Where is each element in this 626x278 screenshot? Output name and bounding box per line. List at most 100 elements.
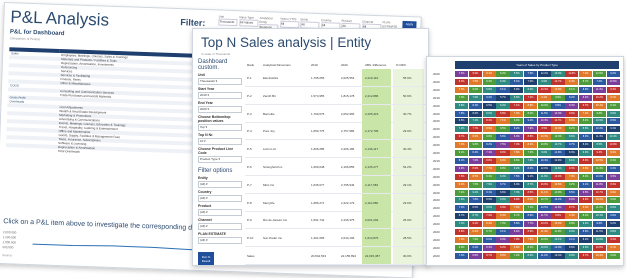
topn-row[interactable]: P-8 Merrylife 1,686,271 2,222,179 2,110,680 2… xyxy=(245,193,425,212)
heatmap-cell[interactable]: 7.2% xyxy=(510,252,524,259)
heatmap-cell[interactable]: 9.7% xyxy=(579,102,593,109)
heatmap-cell[interactable]: 8.0% xyxy=(482,236,496,243)
heatmap-cell[interactable]: 7.0% xyxy=(455,94,469,101)
heatmap-cell[interactable]: 10.2% xyxy=(592,197,606,204)
heatmap-cell[interactable]: 6.9% xyxy=(510,118,524,125)
heatmap-cell[interactable]: 8.7% xyxy=(579,78,593,85)
heatmap-cell[interactable]: 8.2% xyxy=(565,126,579,133)
heatmap-cell[interactable]: 7.8% xyxy=(455,110,469,117)
heatmap-cell[interactable]: 9.0% xyxy=(468,86,482,93)
heatmap-cell[interactable]: 9.3% xyxy=(606,86,620,93)
topn-row[interactable]: P-10 Sun Parler Inc 1,491,665 2,044,196 1,61… xyxy=(245,229,425,248)
heatmap-cell[interactable]: 10.1% xyxy=(592,102,606,109)
heatmap-cell[interactable]: 9.0% xyxy=(565,110,579,117)
heatmap-cell[interactable]: 9.8% xyxy=(455,102,469,109)
heatmap-cell[interactable]: 5.9% xyxy=(510,86,524,93)
heatmap-cell[interactable]: 9.1% xyxy=(606,126,620,133)
heatmap-cell[interactable]: 9.5% xyxy=(579,189,593,196)
topn-row[interactable]: P-7 Mirix Inc 1,635,077 2,795,946 2,117,983 2… xyxy=(245,175,425,194)
heatmap-cell[interactable]: 8.3% xyxy=(523,165,538,172)
heatmap-cell[interactable]: 6.4% xyxy=(496,78,510,85)
heatmap-cell[interactable]: 6.0% xyxy=(482,110,496,117)
heatmap-cell[interactable]: 8.3% xyxy=(565,150,579,156)
heatmap-cell[interactable]: 10.3% xyxy=(537,118,551,125)
heatmap-cell[interactable]: 7.8% xyxy=(468,197,482,204)
heatmap-cell[interactable]: 9.2% xyxy=(579,221,593,228)
heatmap-cell[interactable]: 7.1% xyxy=(482,150,496,156)
heatmap-cell[interactable]: 7.3% xyxy=(510,189,524,196)
heatmap-cell[interactable]: 8.5% xyxy=(579,126,593,133)
heatmap-cell[interactable]: 8.4% xyxy=(606,157,620,164)
heatmap-cell[interactable]: 6.1% xyxy=(496,86,510,93)
heatmap-cell[interactable]: 8.9% xyxy=(579,86,593,93)
heatmap-cell[interactable]: 9.0% xyxy=(579,150,593,156)
heatmap-cell[interactable]: 10.2% xyxy=(551,197,565,204)
heatmap-cell[interactable]: 10.7% xyxy=(551,142,565,149)
topn-row[interactable]: P-6 Stronghold Inc 1,669,648 2,166,855 2,135… xyxy=(245,158,425,176)
heatmap-cell[interactable]: 9.4% xyxy=(523,118,538,125)
heatmap-cell[interactable]: 8.0% xyxy=(523,197,538,204)
heatmap-cell[interactable]: 9.6% xyxy=(592,221,606,228)
heatmap-cell[interactable]: 9.1% xyxy=(523,173,538,180)
topn-total-row[interactable]: Sales 20,844,533 22,155,894 22,015,387 30.0% xyxy=(245,247,425,265)
heatmap-cell[interactable]: 10.0% xyxy=(592,173,606,180)
heatmap-cell[interactable]: 8.1% xyxy=(523,142,538,149)
heatmap-cell[interactable]: 8.2% xyxy=(510,126,524,133)
heatmap-cell[interactable]: 6.9% xyxy=(496,236,510,243)
heatmap-cell[interactable]: 8.1% xyxy=(565,157,579,164)
heatmap-cell[interactable]: 7.6% xyxy=(455,236,469,243)
heatmap-cell[interactable]: 7.3% xyxy=(510,110,524,117)
heatmap-cell[interactable]: 10.1% xyxy=(592,213,606,220)
heatmap-cell[interactable]: 10.6% xyxy=(551,221,565,228)
heatmap-cell[interactable]: 8.7% xyxy=(523,181,538,188)
heatmap-cell[interactable]: 8.5% xyxy=(592,142,606,149)
heatmap-cell[interactable]: 8.2% xyxy=(523,110,538,117)
heatmap-cell[interactable]: 7.5% xyxy=(468,78,482,85)
heatmap-cell[interactable]: 9.6% xyxy=(606,150,620,156)
sidebar-field-select[interactable]: Top ▾ xyxy=(198,124,242,131)
heatmap-cell[interactable]: 8.3% xyxy=(468,229,482,235)
heatmap-cell[interactable]: 10.5% xyxy=(551,181,565,188)
heatmap-cell[interactable]: 7.5% xyxy=(496,142,510,149)
heatmap-cell[interactable]: 9.9% xyxy=(606,189,620,196)
heatmap-cell[interactable]: 9.2% xyxy=(482,94,496,101)
heatmap-cell[interactable]: 8.6% xyxy=(482,197,496,204)
heatmap-cell[interactable]: 9.4% xyxy=(482,78,496,85)
heatmap-cell[interactable]: 8.3% xyxy=(482,244,496,251)
heatmap-cell[interactable]: 12.0% xyxy=(537,165,551,172)
heatmap-cell[interactable]: 8.7% xyxy=(565,205,579,212)
heatmap-cell[interactable]: 6.2% xyxy=(510,165,524,172)
heatmap-cell[interactable]: 6.2% xyxy=(496,71,510,77)
heatmap-cell[interactable]: 7.1% xyxy=(496,118,510,125)
heatmap-cell[interactable]: 11.3% xyxy=(592,134,606,141)
heatmap-cell[interactable]: 9.3% xyxy=(606,165,620,172)
heatmap-cell[interactable]: 11.0% xyxy=(592,205,606,212)
heatmap-cell[interactable]: 8.0% xyxy=(455,244,469,251)
heatmap-cell[interactable]: 8.9% xyxy=(468,165,482,172)
heatmap-cell[interactable]: 8.1% xyxy=(606,102,620,109)
heatmap-cell[interactable]: 8.8% xyxy=(579,165,593,172)
sidebar-field-select[interactable]: 2019 ▾ xyxy=(198,92,242,99)
heatmap-cell[interactable]: 10.4% xyxy=(606,134,620,141)
heatmap-cell[interactable]: 8.4% xyxy=(523,252,538,259)
heatmap-cell[interactable]: 9.1% xyxy=(455,150,469,156)
heatmap-cell[interactable]: 9.9% xyxy=(468,71,482,77)
topn-row[interactable]: P-1 Electrolicks 1,795,055 2,025,553 2,219,1… xyxy=(245,69,425,87)
heatmap-cell[interactable]: 9.8% xyxy=(482,134,496,141)
heatmap-cell[interactable]: 11.3% xyxy=(551,205,565,212)
heatmap-cell[interactable]: 9.7% xyxy=(565,142,579,149)
heatmap-cell[interactable]: 8.0% xyxy=(496,150,510,156)
heatmap-cell[interactable]: 11.3% xyxy=(592,86,606,93)
heatmap-cell[interactable]: 10.4% xyxy=(537,157,551,164)
heatmap-cell[interactable]: 7.2% xyxy=(468,118,482,125)
heatmap-cell[interactable]: 8.2% xyxy=(468,244,482,251)
heatmap-cell[interactable]: 10.8% xyxy=(551,86,565,93)
heatmap-cell[interactable]: 10.4% xyxy=(551,126,565,133)
heatmap-cell[interactable]: 7.4% xyxy=(523,94,538,101)
heatmap-cell[interactable]: 9.8% xyxy=(606,213,620,220)
heatmap-cell[interactable]: 9.4% xyxy=(565,213,579,220)
heatmap-cell[interactable]: 9.8% xyxy=(551,213,565,220)
heatmap-cell[interactable]: 7.9% xyxy=(482,213,496,220)
heatmap-cell[interactable]: 6.7% xyxy=(510,213,524,220)
heatmap-cell[interactable]: 6.7% xyxy=(455,134,469,141)
